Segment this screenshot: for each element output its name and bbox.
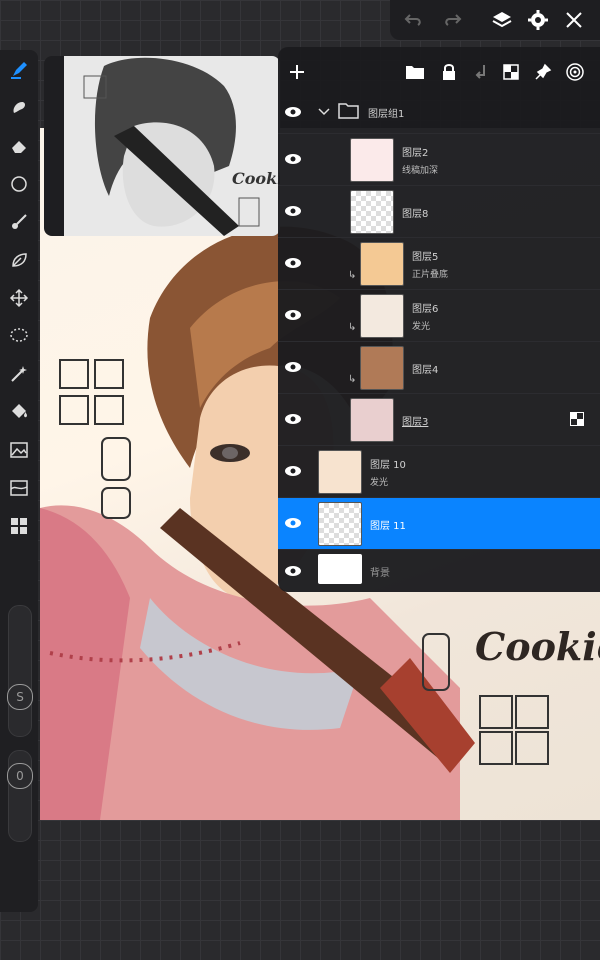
alpha-lock-icon[interactable] [500, 61, 522, 83]
layer-thumbnail [360, 346, 404, 390]
brush-icon[interactable] [7, 58, 31, 82]
layer-blend-mode: 发光 [412, 322, 431, 332]
layers-icon[interactable] [490, 8, 514, 32]
adjust-icon[interactable] [7, 476, 31, 500]
spiral-icon[interactable] [564, 61, 586, 83]
clipping-arrow-icon: ↳ [348, 270, 357, 281]
layer-thumbnail [360, 242, 404, 286]
layer-row[interactable]: 图层8 [278, 185, 600, 238]
layer-thumbnail [318, 502, 362, 546]
layer-mask-icon[interactable] [570, 412, 584, 426]
transform-icon[interactable] [7, 286, 31, 310]
visibility-eye-icon[interactable] [284, 202, 302, 220]
reference-image: Cookie [64, 56, 280, 236]
layer-thumbnail [350, 138, 394, 182]
brush-size-slider[interactable]: S [7, 605, 33, 737]
clipping-arrow-icon: ↳ [348, 374, 357, 385]
top-toolbar [390, 0, 600, 40]
layer-row-selected[interactable]: 图层 11 [278, 497, 600, 550]
add-layer-icon[interactable] [286, 61, 308, 83]
visibility-eye-icon[interactable] [284, 358, 302, 376]
opacity-slider[interactable]: 0 [7, 750, 33, 842]
layer-name: 图层5 [412, 252, 439, 263]
canvas-signature: Cookie [475, 624, 600, 669]
visibility-eye-icon[interactable] [284, 103, 302, 121]
visibility-eye-icon[interactable] [284, 306, 302, 324]
undo-icon[interactable] [402, 8, 426, 32]
layer-name: 背景 [370, 568, 390, 579]
layer-blend-mode: 线稿加深 [402, 166, 439, 176]
clip-mask-icon[interactable] [470, 61, 492, 83]
layers-panel: 图层组1 图层2 线稿加深 图层8 ↳ 图层5 正片叠底 ↳ 图层6 发光 ↳ … [278, 47, 600, 592]
layer-row[interactable]: ↳ 图层6 发光 [278, 289, 600, 342]
layer-group-row[interactable]: 图层组1 [278, 87, 600, 139]
clipping-arrow-icon: ↳ [348, 322, 357, 333]
size-knob[interactable]: S [7, 684, 33, 710]
folder-icon[interactable] [404, 61, 426, 83]
chevron-down-icon[interactable] [318, 107, 330, 117]
reference-window[interactable]: Cookie [44, 56, 280, 236]
layer-name: 图层8 [402, 209, 429, 220]
layer-blend-mode: 发光 [370, 478, 389, 488]
background-color-swatch[interactable] [318, 554, 362, 584]
close-icon[interactable] [562, 8, 586, 32]
layer-name: 图层 11 [370, 521, 406, 532]
layer-thumbnail [350, 190, 394, 234]
visibility-eye-icon[interactable] [284, 562, 302, 580]
visibility-eye-icon[interactable] [284, 254, 302, 272]
layer-thumbnail [318, 450, 362, 494]
leaf-icon[interactable] [7, 248, 31, 272]
lasso-icon[interactable] [7, 324, 31, 348]
layer-name: 图层 10 [370, 460, 406, 471]
shape-icon[interactable] [7, 172, 31, 196]
redo-icon[interactable] [440, 8, 464, 32]
layer-blend-mode: 正片叠底 [412, 270, 449, 280]
eraser-icon[interactable] [7, 134, 31, 158]
visibility-eye-icon[interactable] [284, 462, 302, 480]
magic-wand-icon[interactable] [7, 362, 31, 386]
layer-group-name: 图层组1 [368, 109, 405, 120]
layer-row[interactable]: 图层3 [278, 393, 600, 446]
layer-row[interactable]: 图层2 线稿加深 [278, 133, 600, 186]
reference-signature: Cookie [232, 169, 280, 188]
visibility-eye-icon[interactable] [284, 410, 302, 428]
grid-icon[interactable] [7, 514, 31, 538]
visibility-eye-icon[interactable] [284, 514, 302, 532]
smudge-icon[interactable] [7, 96, 31, 120]
image-icon[interactable] [7, 438, 31, 462]
layer-name: 图层6 [412, 304, 439, 315]
layer-name: 图层2 [402, 148, 429, 159]
layer-row[interactable]: 图层 10 发光 [278, 445, 600, 498]
layer-row[interactable]: ↳ 图层4 [278, 341, 600, 394]
opacity-knob[interactable]: 0 [7, 763, 33, 789]
layer-thumbnail [350, 398, 394, 442]
brush2-icon[interactable] [7, 210, 31, 234]
fill-icon[interactable] [7, 400, 31, 424]
seal-stamp-left [59, 359, 131, 519]
gear-icon[interactable] [526, 8, 550, 32]
layer-name: 图层3 [402, 417, 429, 428]
left-toolbar: S 0 [0, 50, 38, 912]
layer-row[interactable]: ↳ 图层5 正片叠底 [278, 237, 600, 290]
visibility-eye-icon[interactable] [284, 150, 302, 168]
background-layer-row[interactable]: 背景 [278, 549, 600, 593]
layer-name: 图层4 [412, 365, 439, 376]
lock-icon[interactable] [438, 61, 460, 83]
layer-thumbnail [360, 294, 404, 338]
folder-open-icon [338, 103, 359, 119]
pin-icon[interactable] [532, 61, 554, 83]
